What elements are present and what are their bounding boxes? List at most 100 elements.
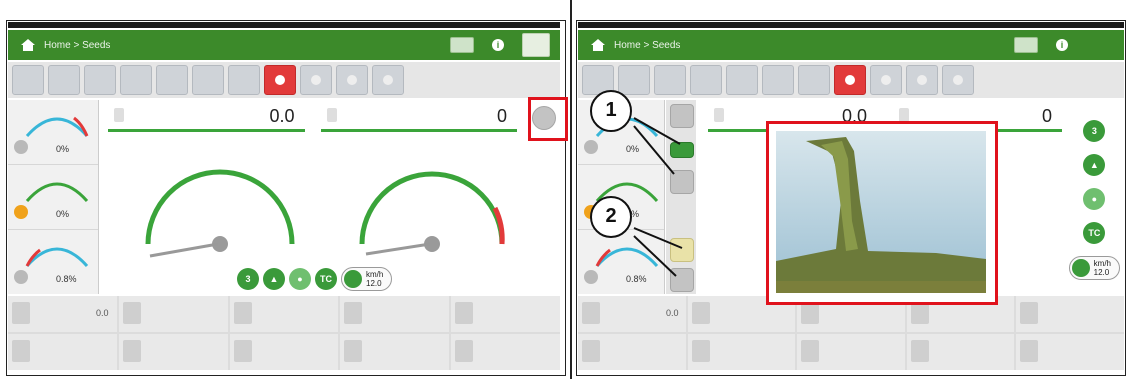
tool-icon (953, 75, 963, 85)
stop-button[interactable] (264, 65, 296, 95)
status-icon (14, 270, 28, 284)
tool-icon (311, 75, 321, 85)
grid-cell[interactable] (687, 334, 796, 370)
info-icon[interactable]: i (492, 39, 504, 51)
section-tab (1020, 340, 1039, 362)
grid-cell[interactable]: 0.0 (578, 296, 686, 332)
gear-3-button[interactable]: 3 (1083, 120, 1106, 142)
mini-gauge-value: 0% (56, 144, 70, 154)
control-bar: 3 ▲ ● TC km/h 12.0 (237, 267, 393, 291)
grid-cell[interactable] (118, 334, 228, 370)
grid-cell[interactable] (229, 334, 339, 370)
mode-button[interactable]: ● (289, 268, 311, 290)
section-tab (582, 340, 600, 362)
tool-button[interactable] (84, 65, 116, 95)
tool-button[interactable] (870, 65, 902, 95)
settings-button[interactable] (1086, 33, 1114, 57)
tool-button[interactable] (942, 65, 974, 95)
tool-button[interactable] (48, 65, 80, 95)
section-tab (582, 302, 600, 324)
section-tab (801, 340, 820, 362)
panel-divider (570, 0, 572, 379)
tool-icon (917, 75, 927, 85)
tool-button[interactable] (228, 65, 260, 95)
warning-icon (14, 205, 28, 219)
speed-indicator[interactable]: km/h 12.0 (341, 267, 393, 291)
breadcrumb: Home > Seeds (44, 39, 111, 51)
mini-gauge-value: 0.8% (56, 274, 77, 284)
speed-value: 12.0 (366, 279, 382, 288)
tool-button[interactable] (726, 65, 758, 95)
speed-icon (344, 270, 362, 288)
speed-gauge-needle (149, 242, 219, 258)
seed-icon (114, 108, 124, 122)
tool-button[interactable] (300, 65, 332, 95)
mode-button[interactable]: ● (1083, 188, 1106, 210)
section-tab (12, 302, 30, 324)
stop-icon (275, 75, 285, 85)
stop-icon (845, 75, 855, 85)
tool-button[interactable] (156, 65, 188, 95)
readout-value: 0.0 (269, 106, 295, 126)
tool-button[interactable] (798, 65, 830, 95)
tool-icon (881, 75, 891, 85)
callout-1: 1 (590, 90, 632, 132)
header-bar: Home > Seeds i (8, 30, 560, 60)
camera-image (776, 131, 986, 293)
section-tab (122, 340, 141, 362)
grid-cell[interactable] (578, 334, 686, 370)
grid-cell[interactable] (118, 296, 228, 332)
tool-icon (383, 75, 393, 85)
readout-row: 0.0 0 (100, 100, 525, 132)
section-tab (910, 302, 929, 324)
home-icon[interactable] (590, 38, 606, 52)
counter-icon (899, 108, 909, 122)
tc-button[interactable]: TC (315, 268, 337, 290)
grid-cell[interactable] (906, 334, 1015, 370)
grid-cell[interactable] (797, 334, 905, 370)
grid-label: 0.0 (96, 308, 109, 318)
grid-cell[interactable] (8, 334, 117, 370)
section-tab (344, 302, 363, 324)
header-bar: Home > Seeds i (578, 30, 1124, 60)
stop-button[interactable] (834, 65, 866, 95)
settings-button[interactable] (522, 33, 550, 57)
grid-cell[interactable] (229, 296, 339, 332)
keyboard-button[interactable] (1014, 37, 1038, 53)
grid-cell[interactable] (451, 334, 560, 370)
tool-button[interactable] (12, 65, 44, 95)
rpm-gauge-red-zone (492, 206, 505, 245)
grid-cell[interactable] (1016, 334, 1124, 370)
grid-cell[interactable] (340, 296, 450, 332)
section-tab (691, 302, 710, 324)
readout-value: 0 (496, 106, 507, 126)
callout-2: 2 (590, 196, 632, 238)
speed-indicator[interactable]: km/h 12.0 (1068, 256, 1120, 280)
home-icon[interactable] (20, 38, 36, 52)
keyboard-button[interactable] (450, 37, 474, 53)
mini-gauge-column: 0% 0% 0.8% (8, 100, 99, 294)
section-tab (12, 340, 30, 362)
status-icon (584, 140, 598, 154)
rpm-gauge-arc (359, 171, 505, 245)
tool-button[interactable] (336, 65, 368, 95)
status-icon (584, 270, 598, 284)
tool-button[interactable] (906, 65, 938, 95)
up-arrow-button[interactable]: ▲ (263, 268, 285, 290)
grid-cell[interactable] (451, 296, 560, 332)
tool-button[interactable] (192, 65, 224, 95)
grid-cell[interactable] (340, 334, 450, 370)
gear-3-button[interactable]: 3 (237, 268, 259, 290)
tool-button[interactable] (762, 65, 794, 95)
section-tab (910, 340, 929, 362)
grid-label: 0.0 (666, 308, 679, 318)
tool-button[interactable] (372, 65, 404, 95)
tool-button[interactable] (120, 65, 152, 95)
toolbar (8, 62, 560, 98)
info-icon[interactable]: i (1056, 39, 1068, 51)
grid-cell[interactable]: 0.0 (8, 296, 117, 332)
up-arrow-button[interactable]: ▲ (1083, 154, 1106, 176)
grid-cell[interactable] (1016, 296, 1124, 332)
tc-button[interactable]: TC (1083, 222, 1106, 244)
section-tab (691, 340, 710, 362)
